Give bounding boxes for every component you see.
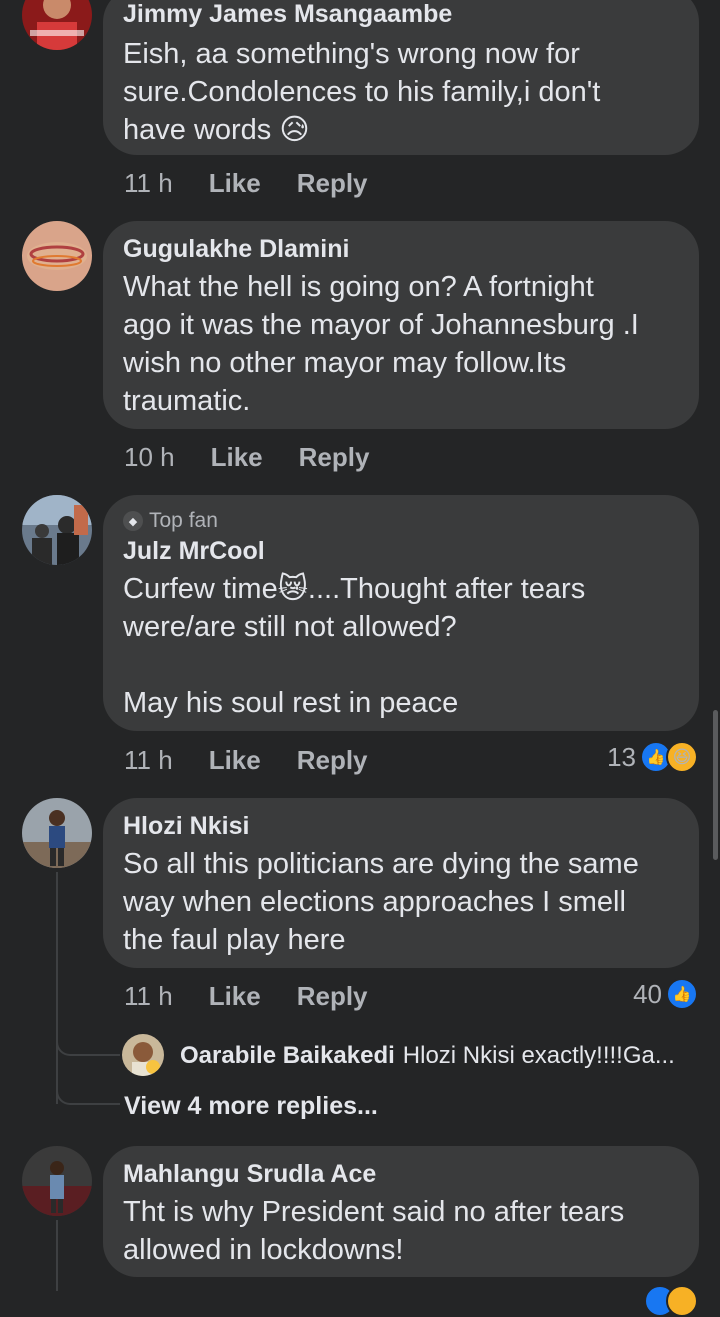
comment-author[interactable]: Gugulakhe Dlamini — [123, 235, 679, 264]
thread-line — [56, 1220, 58, 1291]
comment-author[interactable]: Jimmy James Msangaambe — [123, 0, 679, 29]
reply-button[interactable]: Reply — [297, 745, 368, 776]
comment-time: 10 h — [124, 442, 175, 472]
comment-author[interactable]: Julz MrCool — [123, 537, 679, 566]
like-button[interactable]: Like — [209, 168, 261, 199]
reaction-summary[interactable]: 13 👍 😆 — [607, 741, 698, 773]
comment-bubble: Hlozi Nkisi So all this politicians are … — [103, 798, 699, 968]
reply-button[interactable]: Reply — [299, 442, 370, 473]
comment-actions: 11 h Like Reply — [124, 745, 404, 776]
comment-actions: 11 h Like Reply — [124, 168, 404, 199]
reaction-count: 40 — [633, 978, 662, 1009]
comment-actions: 11 h Like Reply — [124, 981, 404, 1012]
badge-label: Top fan — [149, 509, 218, 532]
haha-reaction-icon — [666, 1285, 698, 1317]
thread-line — [56, 872, 58, 1104]
comment-author[interactable]: Mahlangu Srudla Ace — [123, 1160, 679, 1189]
comment-bubble: Mahlangu Srudla Ace Tht is why President… — [103, 1146, 699, 1277]
avatar[interactable] — [22, 1146, 92, 1216]
scrollbar[interactable] — [713, 710, 718, 860]
reply-avatar[interactable] — [122, 1034, 164, 1076]
comment-time: 11 h — [124, 981, 173, 1011]
comment-text: So all this politicians are dying the sa… — [123, 848, 639, 956]
top-fan-badge: ◆ Top fan — [123, 509, 679, 533]
comment-time: 11 h — [124, 745, 173, 775]
reply-button[interactable]: Reply — [297, 168, 368, 199]
avatar[interactable] — [22, 495, 92, 565]
like-reaction-icon: 👍 — [666, 978, 698, 1010]
view-more-replies-link[interactable]: View 4 more replies... — [124, 1092, 378, 1121]
avatar[interactable] — [22, 221, 92, 291]
reaction-count: 13 — [607, 741, 636, 772]
comment-text: Tht is why President said no after tears… — [123, 1196, 625, 1266]
reaction-summary-partial[interactable] — [644, 1285, 698, 1317]
comment-bubble: Gugulakhe Dlamini What the hell is going… — [103, 221, 699, 429]
comment-text: Eish, aa something's wrong now for sure.… — [123, 38, 601, 146]
like-button[interactable]: Like — [209, 745, 261, 776]
comment-text: Curfew time😿....Thought after tears were… — [123, 573, 586, 719]
comment-actions: 10 h Like Reply — [124, 442, 405, 473]
avatar[interactable] — [22, 0, 92, 50]
comment-bubble: Jimmy James Msangaambe Eish, aa somethin… — [103, 0, 699, 155]
haha-reaction-icon: 😆 — [666, 741, 698, 773]
avatar[interactable] — [22, 798, 92, 868]
reply-author[interactable]: Oarabile Baikakedi — [180, 1042, 395, 1069]
comment-bubble: ◆ Top fan Julz MrCool Curfew time😿....Th… — [103, 495, 699, 731]
reply-preview[interactable]: Oarabile Baikakedi Hlozi Nkisi exactly!!!… — [180, 1042, 675, 1070]
reply-button[interactable]: Reply — [297, 981, 368, 1012]
comment-time: 11 h — [124, 168, 173, 198]
comment-text: What the hell is going on? A fortnight a… — [123, 271, 639, 417]
diamond-icon: ◆ — [123, 511, 143, 531]
reaction-summary[interactable]: 40 👍 — [633, 978, 698, 1010]
thread-branch — [56, 1075, 120, 1105]
thread-branch — [56, 1024, 120, 1056]
comment-author[interactable]: Hlozi Nkisi — [123, 812, 679, 841]
like-button[interactable]: Like — [211, 442, 263, 473]
reply-text: Hlozi Nkisi exactly!!!!Ga... — [402, 1042, 675, 1069]
like-button[interactable]: Like — [209, 981, 261, 1012]
